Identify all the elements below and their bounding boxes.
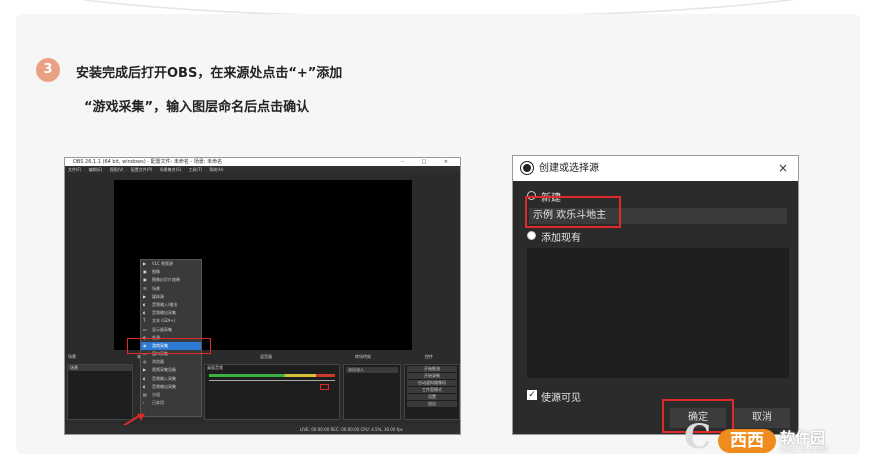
speaker-icon: ◖ bbox=[143, 383, 146, 389]
context-item-display-capture[interactable]: ▭ 显示器采集 bbox=[141, 326, 201, 334]
mixer-panel-header: 混音器 bbox=[260, 354, 272, 359]
watermark-url: CR173.COM bbox=[780, 445, 828, 454]
exit-button[interactable]: 退出 bbox=[407, 401, 457, 407]
slideshow-icon: ▣ bbox=[143, 277, 147, 283]
obs-menu-edit[interactable]: 编辑(E) bbox=[89, 167, 103, 172]
context-item-audio-output[interactable]: ◖ 音频输出采集 bbox=[141, 309, 201, 317]
context-item-video-capture[interactable]: ▶ 视频采集设备 bbox=[141, 366, 201, 374]
context-item-scene[interactable]: ☰ 场景 bbox=[141, 285, 201, 293]
obs-window-buttons[interactable]: – □ × bbox=[401, 158, 456, 166]
obs-menu-scene-collection[interactable]: 场景集合(S) bbox=[160, 167, 182, 172]
scene-panel-header: 场景 bbox=[68, 354, 76, 359]
context-item-audio-output-2[interactable]: ◖ 音频输出采集 bbox=[141, 383, 201, 391]
context-item-image[interactable]: ▣ 图像 bbox=[141, 268, 201, 276]
name-input-highlight-box bbox=[525, 196, 621, 228]
scene-icon: ☰ bbox=[143, 285, 147, 291]
create-source-dialog-screenshot: 创建或选择源 × 新建 示例 欢乐斗地主 添加现有 ✓ 使源可见 确定 取消 bbox=[512, 155, 799, 435]
add-existing-radio[interactable] bbox=[527, 231, 536, 240]
instruction-line-2: “游戏采集”，输入图层命名后点击确认 bbox=[84, 100, 310, 115]
site-watermark: C 西西 软件园 CR173.COM bbox=[684, 417, 860, 457]
mixer-highlight-box bbox=[320, 384, 329, 390]
obs-menu-view[interactable]: 视图(V) bbox=[110, 167, 124, 172]
obs-status-bar: LIVE: 00:00:00 REC: 00:00:00 CPU: 4.5%, … bbox=[65, 425, 460, 434]
controls-panel: 开始推流 开始录制 启动虚拟摄像机 工作室模式 设置 退出 bbox=[404, 364, 460, 420]
context-item-vlc-source[interactable]: ▶ VLC 视频源 bbox=[141, 260, 201, 268]
speaker-icon: ◖ bbox=[143, 301, 146, 307]
context-item-browser[interactable]: ◎ 浏览器 bbox=[141, 358, 201, 366]
folder-icon: ▤ bbox=[143, 392, 147, 397]
mixer-track-label: 桌面音频 bbox=[207, 365, 223, 370]
obs-title-text: OBS 26.1.1 (64 bit, windows) - 配置文件: 未命名… bbox=[73, 159, 223, 165]
mixer-level-meter bbox=[209, 374, 335, 377]
globe-icon: ◎ bbox=[143, 359, 147, 365]
obs-title-bar: OBS 26.1.1 (64 bit, windows) - 配置文件: 未命名… bbox=[65, 158, 460, 166]
text-icon: T bbox=[143, 318, 146, 324]
media-icon: ▶ bbox=[143, 293, 147, 299]
audio-mixer: 桌面音频 bbox=[204, 364, 340, 420]
image-icon: ▣ bbox=[143, 269, 147, 275]
camera-icon: ▶ bbox=[143, 367, 147, 373]
play-icon: ▶ bbox=[143, 261, 147, 266]
obs-menu-file[interactable]: 文件(F) bbox=[68, 167, 81, 172]
context-item-group[interactable]: ▤ 分组 bbox=[141, 391, 201, 399]
monitor-icon: ▭ bbox=[143, 326, 147, 332]
obs-menu-help[interactable]: 帮助(H) bbox=[209, 167, 223, 172]
speaker-icon: ◖ bbox=[143, 310, 146, 316]
make-visible-label: 使源可见 bbox=[541, 393, 581, 404]
context-item-image-slideshow[interactable]: ▣ 图像幻灯片放映 bbox=[141, 276, 201, 284]
obs-dock-panels: 场景 场景 来源 混音器 桌面音频 转场特效 淡出淡入 控件 开始推流 开始录制… bbox=[65, 354, 460, 426]
obs-logo-icon bbox=[521, 162, 533, 174]
context-item-media-source[interactable]: ▶ 媒体源 bbox=[141, 293, 201, 301]
add-existing-label: 添加现有 bbox=[541, 233, 581, 244]
virtual-camera-button[interactable]: 启动虚拟摄像机 bbox=[407, 380, 457, 386]
dialog-title: 创建或选择源 bbox=[539, 163, 599, 174]
watermark-letter: C bbox=[684, 417, 712, 457]
studio-mode-button[interactable]: 工作室模式 bbox=[407, 387, 457, 393]
obs-menu-tools[interactable]: 工具(T) bbox=[189, 167, 203, 172]
start-streaming-button[interactable]: 开始推流 bbox=[407, 366, 457, 372]
transition-panel-header: 转场特效 bbox=[355, 354, 371, 359]
obs-menu-profile[interactable]: 配置文件(P) bbox=[131, 167, 153, 172]
mixer-volume-slider[interactable] bbox=[209, 380, 335, 381]
close-icon[interactable]: × bbox=[778, 156, 788, 181]
scene-list[interactable]: 场景 bbox=[67, 364, 133, 420]
scene-list-item[interactable]: 场景 bbox=[68, 365, 132, 371]
chevron-right-icon: › bbox=[143, 400, 145, 406]
context-item-audio-input[interactable]: ◖ 音频输入采集 bbox=[141, 375, 201, 383]
settings-button[interactable]: 设置 bbox=[407, 394, 457, 400]
microphone-icon: ◖ bbox=[143, 375, 146, 381]
dialog-title-bar: 创建或选择源 × bbox=[513, 156, 798, 181]
transition-select[interactable]: 淡出淡入 bbox=[346, 367, 398, 373]
transition-panel: 淡出淡入 bbox=[343, 364, 401, 420]
obs-menu-bar: 文件(F) 编辑(E) 视图(V) 配置文件(P) 场景集合(S) 工具(T) … bbox=[65, 166, 460, 173]
make-visible-checkbox[interactable]: ✓ bbox=[527, 390, 537, 400]
controls-panel-header: 控件 bbox=[425, 354, 433, 359]
watermark-pill: 西西 bbox=[718, 429, 776, 453]
start-recording-button[interactable]: 开始录制 bbox=[407, 373, 457, 379]
context-item-audio-io[interactable]: ◖ 音频输入/输出 bbox=[141, 301, 201, 309]
obs-window-screenshot: OBS 26.1.1 (64 bit, windows) - 配置文件: 未命名… bbox=[64, 157, 461, 435]
game-capture-highlight-box bbox=[127, 338, 211, 354]
context-item-deprecated[interactable]: › 已弃用 bbox=[141, 399, 201, 407]
context-item-text-gdi[interactable]: T 文本 (GDI+) bbox=[141, 317, 201, 325]
instruction-line-1: 安装完成后打开OBS，在来源处点击“+”添加 bbox=[76, 66, 343, 81]
step-number-badge: 3 bbox=[36, 58, 60, 82]
existing-sources-list[interactable] bbox=[527, 248, 789, 378]
